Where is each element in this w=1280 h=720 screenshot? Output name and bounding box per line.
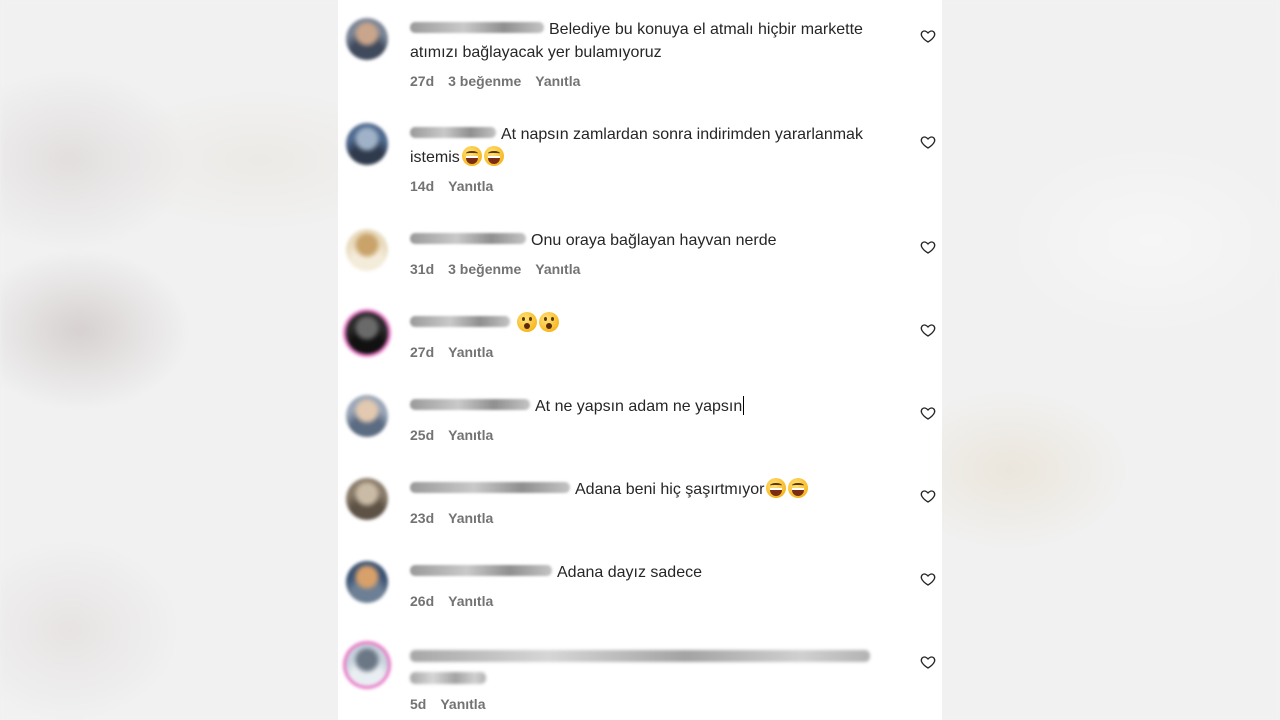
- reply-button[interactable]: Yanıtla: [535, 261, 580, 277]
- comment-body: Belediye bu konuya el atmalı hiçbir mark…: [410, 18, 900, 91]
- comment-meta: 27d 3 beğenme Yanıtla: [410, 73, 900, 91]
- comment-body: 27d Yanıtla: [410, 312, 900, 362]
- comment-time: 26d: [410, 593, 435, 609]
- face-with-tears-of-joy-icon: [461, 146, 482, 166]
- comment-body: At napsın zamlardan sonra indirimden yar…: [410, 123, 900, 196]
- username[interactable]: [410, 233, 526, 244]
- username[interactable]: [410, 565, 552, 576]
- comment-time: 23d: [410, 510, 435, 526]
- reply-button[interactable]: Yanıtla: [448, 510, 493, 526]
- comment-text: At ne yapsın adam ne yapsın: [535, 398, 743, 415]
- face-with-open-mouth-icon: [517, 312, 537, 332]
- reply-button[interactable]: Yanıtla: [448, 344, 493, 360]
- comment-meta: 25d Yanıtla: [410, 427, 900, 445]
- comment-time: 31d: [410, 261, 435, 277]
- comment-text-line: Belediye bu konuya el atmalı hiçbir mark…: [410, 18, 900, 64]
- username[interactable]: [410, 399, 530, 410]
- face-with-tears-of-joy-icon: [766, 478, 787, 498]
- comment-text-line: [410, 644, 900, 684]
- comment-meta: 31d 3 beğenme Yanıtla: [410, 261, 900, 279]
- face-with-open-mouth-icon: [539, 312, 559, 332]
- blurred-comment-line: [410, 672, 486, 684]
- comment-meta: 23d Yanıtla: [410, 510, 900, 528]
- like-count[interactable]: 3 beğenme: [448, 73, 521, 89]
- heart-icon[interactable]: [920, 28, 936, 44]
- username[interactable]: [410, 127, 496, 138]
- comment-text: Onu oraya bağlayan hayvan nerde: [531, 232, 777, 249]
- heart-icon[interactable]: [920, 488, 936, 504]
- face-with-tears-of-joy-icon: [483, 146, 504, 166]
- reply-button[interactable]: Yanıtla: [448, 593, 493, 609]
- comment-text-line: Onu oraya bağlayan hayvan nerde: [410, 229, 900, 252]
- comment-time: 5d: [410, 696, 427, 712]
- username[interactable]: [410, 316, 510, 327]
- comment-text-line: Adana beni hiç şaşırtmıyor: [410, 478, 900, 501]
- comment-body: Adana dayız sadece 26d Yanıtla: [410, 561, 900, 611]
- avatar[interactable]: [346, 395, 388, 437]
- comment-time: 27d: [410, 73, 435, 89]
- avatar[interactable]: [346, 123, 388, 165]
- comment-body: 5d Yanıtla: [410, 644, 900, 714]
- avatar[interactable]: [346, 561, 388, 603]
- comments-panel[interactable]: Belediye bu konuya el atmalı hiçbir mark…: [338, 0, 942, 720]
- reply-button[interactable]: Yanıtla: [535, 73, 580, 89]
- username[interactable]: [410, 22, 544, 33]
- comment-text-line: At ne yapsın adam ne yapsın: [410, 395, 900, 418]
- comment-meta: 14d Yanıtla: [410, 178, 900, 196]
- comment-text-line: At napsın zamlardan sonra indirimden yar…: [410, 123, 900, 169]
- text-cursor: [743, 396, 745, 415]
- comment-meta: 5d Yanıtla: [410, 696, 900, 714]
- reply-button[interactable]: Yanıtla: [448, 178, 493, 194]
- comment-time: 25d: [410, 427, 435, 443]
- comment-body: Onu oraya bağlayan hayvan nerde 31d 3 beğ…: [410, 229, 900, 279]
- heart-icon[interactable]: [920, 571, 936, 587]
- avatar[interactable]: [346, 229, 388, 271]
- heart-icon[interactable]: [920, 322, 936, 338]
- comment-text: Adana dayız sadece: [557, 564, 702, 581]
- face-with-tears-of-joy-icon: [788, 478, 809, 498]
- comment-text-line: Adana dayız sadece: [410, 561, 900, 584]
- heart-icon[interactable]: [920, 239, 936, 255]
- avatar[interactable]: [346, 478, 388, 520]
- avatar[interactable]: [346, 18, 388, 60]
- comment-time: 27d: [410, 344, 435, 360]
- like-count[interactable]: 3 beğenme: [448, 261, 521, 277]
- comment-text-line: [410, 312, 900, 335]
- avatar[interactable]: [346, 312, 388, 354]
- reply-button[interactable]: Yanıtla: [440, 696, 485, 712]
- comment-meta: 26d Yanıtla: [410, 593, 900, 611]
- blurred-comment-line: [410, 650, 870, 662]
- comment-meta: 27d Yanıtla: [410, 344, 900, 362]
- comment-time: 14d: [410, 178, 435, 194]
- comment-text: Adana beni hiç şaşırtmıyor: [575, 481, 765, 498]
- comment-body: At ne yapsın adam ne yapsın 25d Yanıtla: [410, 395, 900, 445]
- heart-icon[interactable]: [920, 134, 936, 150]
- reply-button[interactable]: Yanıtla: [448, 427, 493, 443]
- heart-icon[interactable]: [920, 654, 936, 670]
- avatar[interactable]: [346, 644, 388, 686]
- username[interactable]: [410, 482, 570, 493]
- heart-icon[interactable]: [920, 405, 936, 421]
- comment-body: Adana beni hiç şaşırtmıyor 23d Yanıtla: [410, 478, 900, 528]
